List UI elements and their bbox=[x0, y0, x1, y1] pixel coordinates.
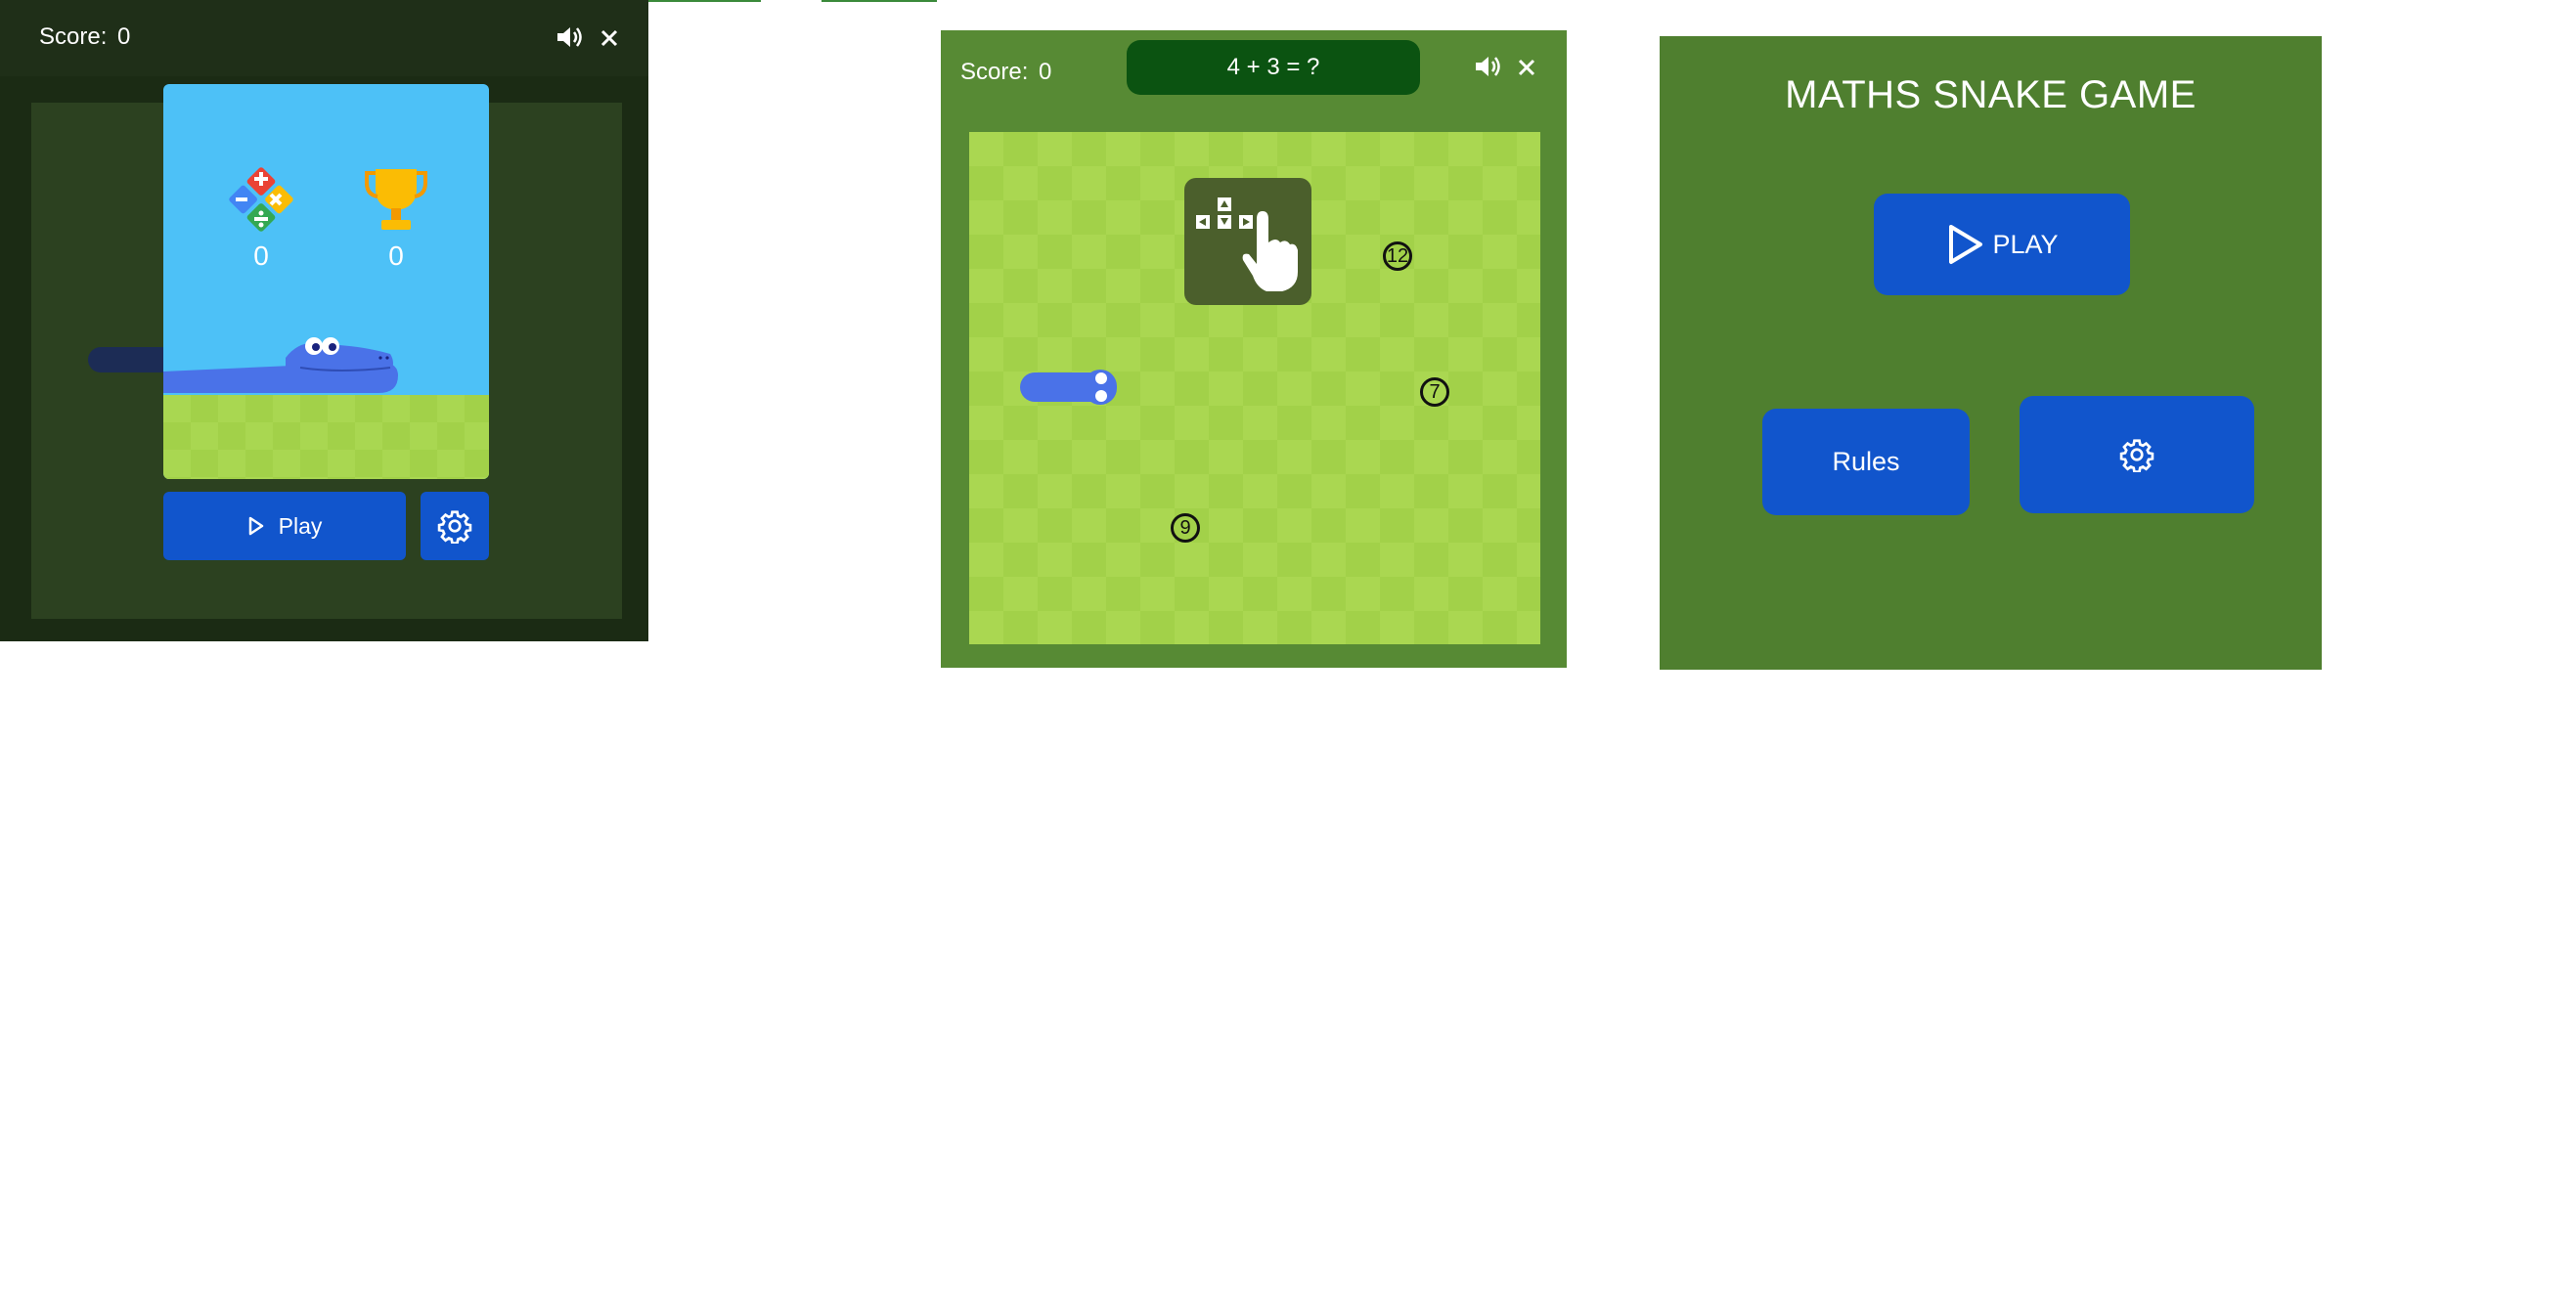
play-icon bbox=[1949, 225, 1983, 264]
game-board: 12 7 9 bbox=[969, 132, 1540, 644]
score-label: Score: bbox=[960, 59, 1029, 85]
play-button[interactable]: PLAY bbox=[1874, 194, 2130, 295]
math-score-value: 0 bbox=[253, 241, 269, 271]
grass-strip bbox=[163, 395, 489, 479]
play-label: Play bbox=[278, 512, 323, 539]
math-operations-icon bbox=[229, 167, 293, 232]
top-bar: Score: 0 bbox=[0, 0, 648, 76]
gameplay-panel: Score: 0 4 + 3 = ? 12 7 9 bbox=[941, 30, 1567, 668]
snake-eye bbox=[1095, 372, 1107, 384]
score-value: 0 bbox=[117, 23, 131, 50]
play-icon bbox=[248, 516, 263, 536]
rules-button[interactable]: Rules bbox=[1762, 409, 1970, 515]
play-label: PLAY bbox=[1992, 229, 2059, 259]
number-token: 7 bbox=[1420, 377, 1449, 407]
math-question: 4 + 3 = ? bbox=[1127, 40, 1420, 95]
top-edge-line bbox=[648, 0, 761, 2]
trophy-icon bbox=[365, 169, 427, 230]
settings-button[interactable] bbox=[421, 492, 489, 560]
menu-panel: MATHS SNAKE GAME PLAY Rules bbox=[1660, 36, 2322, 670]
snake-eye bbox=[1095, 390, 1107, 402]
game-title: MATHS SNAKE GAME bbox=[1785, 73, 2197, 116]
speaker-icon[interactable] bbox=[1474, 54, 1503, 79]
speaker-icon[interactable] bbox=[555, 24, 585, 50]
close-icon[interactable] bbox=[600, 28, 619, 48]
close-icon[interactable] bbox=[1517, 58, 1536, 77]
number-token: 9 bbox=[1171, 513, 1200, 543]
controls-hint bbox=[1184, 178, 1311, 305]
settings-button[interactable] bbox=[2020, 396, 2254, 513]
trophy-score-value: 0 bbox=[388, 241, 404, 271]
number-token: 12 bbox=[1383, 241, 1412, 271]
gear-icon bbox=[437, 510, 472, 544]
gear-icon bbox=[2119, 439, 2154, 472]
arrow-keys-swipe-icon bbox=[1196, 197, 1298, 291]
top-edge-line bbox=[822, 0, 937, 2]
rules-label: Rules bbox=[1832, 447, 1900, 476]
snake-head bbox=[1084, 370, 1117, 405]
start-screen-panel: Score: 0 0 0 Play bbox=[0, 0, 648, 641]
score-label: Score: bbox=[39, 23, 108, 50]
score-value: 0 bbox=[1039, 59, 1052, 85]
score-card: 0 0 bbox=[163, 84, 489, 479]
play-button[interactable]: Play bbox=[163, 492, 406, 560]
